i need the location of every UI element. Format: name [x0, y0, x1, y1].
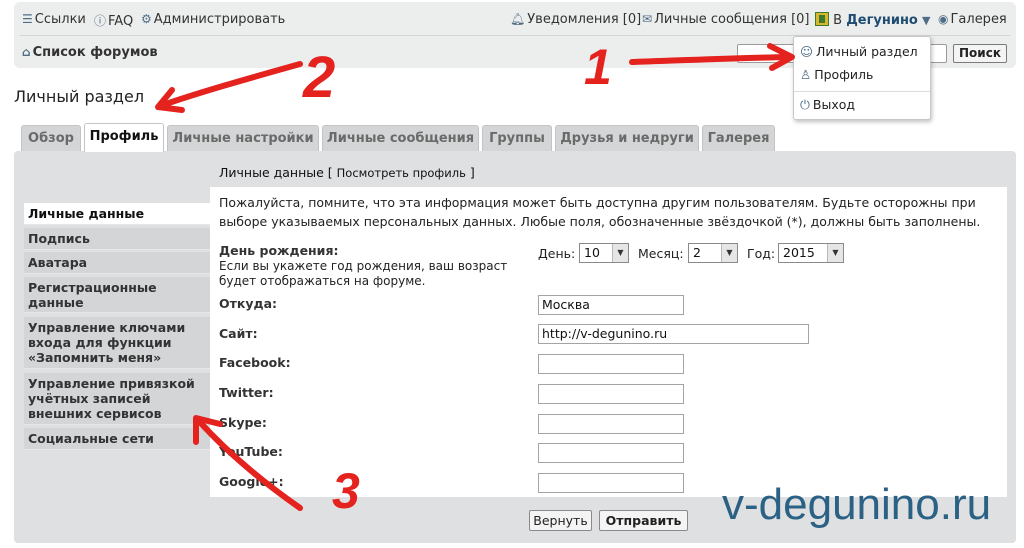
- day-select[interactable]: 10 ▼: [579, 243, 629, 263]
- admin-link[interactable]: ⚙ Администрировать: [141, 12, 285, 27]
- users-icon: ☺: [800, 44, 814, 59]
- sidebar-item-autologin-keys[interactable]: Управление ключами входа для функции «За…: [24, 317, 210, 369]
- help-icon: ⓘ: [94, 14, 107, 28]
- location-label: Откуда:: [219, 296, 278, 311]
- skype-label: Skype:: [219, 415, 267, 430]
- view-profile-link[interactable]: Посмотреть профиль: [337, 166, 466, 180]
- annotation-arrow-2: [157, 61, 303, 109]
- twitter-label: Twitter:: [219, 385, 274, 400]
- watermark: v-degunino.ru: [722, 480, 992, 529]
- annotation-number-3: 3: [332, 463, 360, 519]
- tab-overview[interactable]: Обзор: [21, 125, 81, 152]
- sidebar-item-avatar[interactable]: Аватара: [24, 252, 210, 274]
- gallery-link[interactable]: ◉ Галерея: [938, 12, 1007, 27]
- bell-icon: 🔔︎: [510, 12, 526, 26]
- googleplus-input[interactable]: [538, 473, 684, 493]
- sidebar-item-social-networks[interactable]: Социальные сети: [24, 428, 210, 450]
- year-value: 2015: [783, 245, 815, 260]
- chevron-down-icon: ▼: [721, 244, 737, 262]
- tab-groups[interactable]: Группы: [482, 125, 552, 152]
- forum-list-label: Список форумов: [32, 45, 158, 60]
- user-menu[interactable]: В Дегунино ▼: [815, 12, 930, 28]
- day-value: 10: [584, 245, 600, 260]
- tab-preferences[interactable]: Личные настройки: [167, 125, 319, 152]
- avatar: [815, 12, 829, 26]
- privacy-notice: Пожалуйста, помните, что эта информация …: [219, 195, 981, 229]
- tab-private-messages[interactable]: Личные сообщения: [322, 125, 479, 152]
- birthday-label: День рождения:: [219, 243, 339, 258]
- dropdown-separator: [794, 91, 930, 92]
- sidebar-item-external-accounts[interactable]: Управление привязкой учётных записей вне…: [24, 373, 210, 425]
- day-label: День:: [538, 246, 576, 261]
- tab-gallery[interactable]: Галерея: [702, 125, 775, 152]
- notifications-link[interactable]: 🔔︎ Уведомления [0]: [510, 12, 641, 27]
- section-heading: Личные данные [ Посмотреть профиль ]: [219, 165, 475, 180]
- skype-input[interactable]: [538, 414, 684, 434]
- user-dropdown-menu: ☺ Личный раздел ♙ Профиль ⏻ Выход: [793, 36, 931, 120]
- chevron-down-icon: ▼: [612, 244, 628, 262]
- search-button[interactable]: Поиск: [953, 44, 1007, 63]
- chevron-down-icon: ▼: [827, 244, 843, 262]
- chevron-down-icon: ▼: [922, 14, 931, 27]
- month-value: 2: [693, 245, 701, 260]
- hamburger-icon: ☰: [22, 12, 33, 26]
- gallery-label: Галерея: [950, 12, 1007, 27]
- facebook-label: Facebook:: [219, 355, 291, 370]
- links-label: Ссылки: [34, 12, 86, 27]
- month-label: Месяц:: [638, 246, 684, 261]
- website-label: Сайт:: [219, 326, 258, 341]
- sidebar-item-registration[interactable]: Регистрационные данные: [24, 277, 210, 313]
- page-title: Личный раздел: [14, 87, 145, 106]
- year-select[interactable]: 2015 ▼: [778, 243, 844, 263]
- section-title: Личные данные: [219, 165, 324, 180]
- googleplus-label: Google+:: [219, 474, 284, 489]
- year-label: Год:: [747, 246, 776, 261]
- links-menu[interactable]: ☰ Ссылки: [22, 12, 86, 27]
- youtube-input[interactable]: [538, 443, 684, 463]
- power-icon: ⏻: [800, 97, 810, 112]
- twitter-input[interactable]: [538, 384, 684, 404]
- user-name: Дегунино: [846, 13, 918, 28]
- user-prefix: В: [833, 13, 843, 28]
- eye-icon: ◉: [938, 12, 949, 26]
- month-select[interactable]: 2 ▼: [688, 243, 738, 263]
- messages-label: Личные сообщения [0]: [654, 12, 810, 27]
- forum-list-link[interactable]: ⌂ Список форумов: [22, 45, 158, 60]
- location-input[interactable]: Москва: [538, 295, 684, 315]
- tab-profile[interactable]: Профиль: [84, 123, 164, 152]
- birthday-hint: Если вы укажете год рождения, ваш возрас…: [219, 259, 508, 288]
- dropdown-item-ucp[interactable]: ☺ Личный раздел: [800, 44, 918, 59]
- annotation-number-2: 2: [303, 45, 336, 110]
- admin-label: Администрировать: [153, 12, 286, 27]
- youtube-label: YouTube:: [219, 444, 283, 459]
- dropdown-item-label: Профиль: [814, 67, 874, 82]
- annotation-number-1: 1: [584, 39, 612, 95]
- facebook-input[interactable]: [538, 354, 684, 374]
- dropdown-item-label: Выход: [812, 97, 856, 112]
- dropdown-item-profile[interactable]: ♙ Профиль: [800, 67, 873, 82]
- faq-label: FAQ: [108, 14, 134, 29]
- user-icon: ♙: [800, 67, 812, 82]
- sidebar-item-signature[interactable]: Подпись: [24, 228, 210, 250]
- gears-icon: ⚙: [141, 12, 152, 26]
- messages-link[interactable]: ✉ Личные сообщения [0]: [642, 12, 810, 27]
- faq-link[interactable]: ⓘ FAQ: [94, 12, 133, 29]
- sidebar-item-personal-data[interactable]: Личные данные: [24, 203, 210, 225]
- annotation-arrow-2-head: [155, 87, 185, 113]
- dropdown-item-label: Личный раздел: [816, 44, 918, 59]
- website-input[interactable]: http://v-degunino.ru: [538, 324, 809, 344]
- home-icon: ⌂: [22, 45, 31, 59]
- envelope-icon: ✉: [642, 12, 653, 26]
- submit-button[interactable]: Отправить: [599, 510, 688, 531]
- reset-button[interactable]: Вернуть: [529, 510, 592, 531]
- tab-friends-foes[interactable]: Друзья и недруги: [555, 125, 699, 152]
- dropdown-item-logout[interactable]: ⏻ Выход: [800, 97, 855, 113]
- notifications-label: Уведомления [0]: [527, 12, 642, 27]
